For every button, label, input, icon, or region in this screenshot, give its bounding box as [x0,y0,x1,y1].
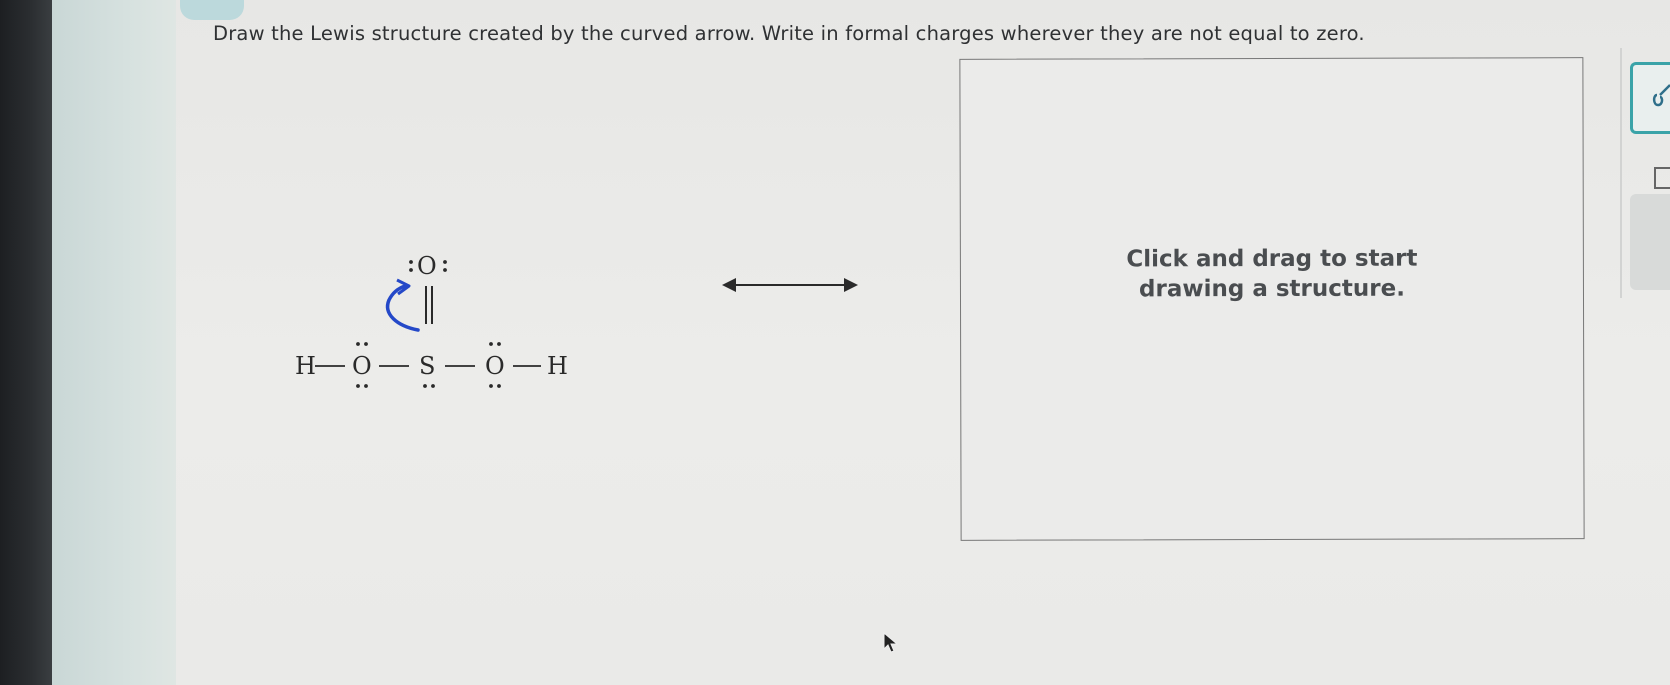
canvas-hint-text: Click and drag to start drawing a struct… [1126,245,1418,303]
question-instruction: Draw the Lewis structure created by the … [213,22,1365,45]
atom-top-oxygen: O [417,252,437,280]
atom-left-oxygen: O [352,352,372,380]
drawing-tool-icon [1652,84,1670,107]
mouse-pointer-icon [883,632,899,653]
toolbar-gray-button[interactable] [1630,194,1670,290]
toolbar-panel-edge [1620,48,1622,298]
drawing-tool-button[interactable] [1630,62,1670,134]
square-tool-icon[interactable] [1654,167,1670,189]
atom-right-oxygen: O [485,352,505,380]
screen-bezel [0,0,52,685]
left-side-panel [52,0,176,685]
collapse-tab[interactable] [180,0,244,20]
curved-arrow [385,284,420,332]
drawing-canvas[interactable]: Click and drag to start drawing a struct… [959,57,1585,541]
atom-sulfur: S [419,352,435,380]
double-headed-arrow-icon [722,278,858,292]
lewis-structure: O H O S O H [295,252,568,388]
atom-left-hydrogen: H [295,352,316,380]
atom-right-hydrogen: H [547,352,568,380]
